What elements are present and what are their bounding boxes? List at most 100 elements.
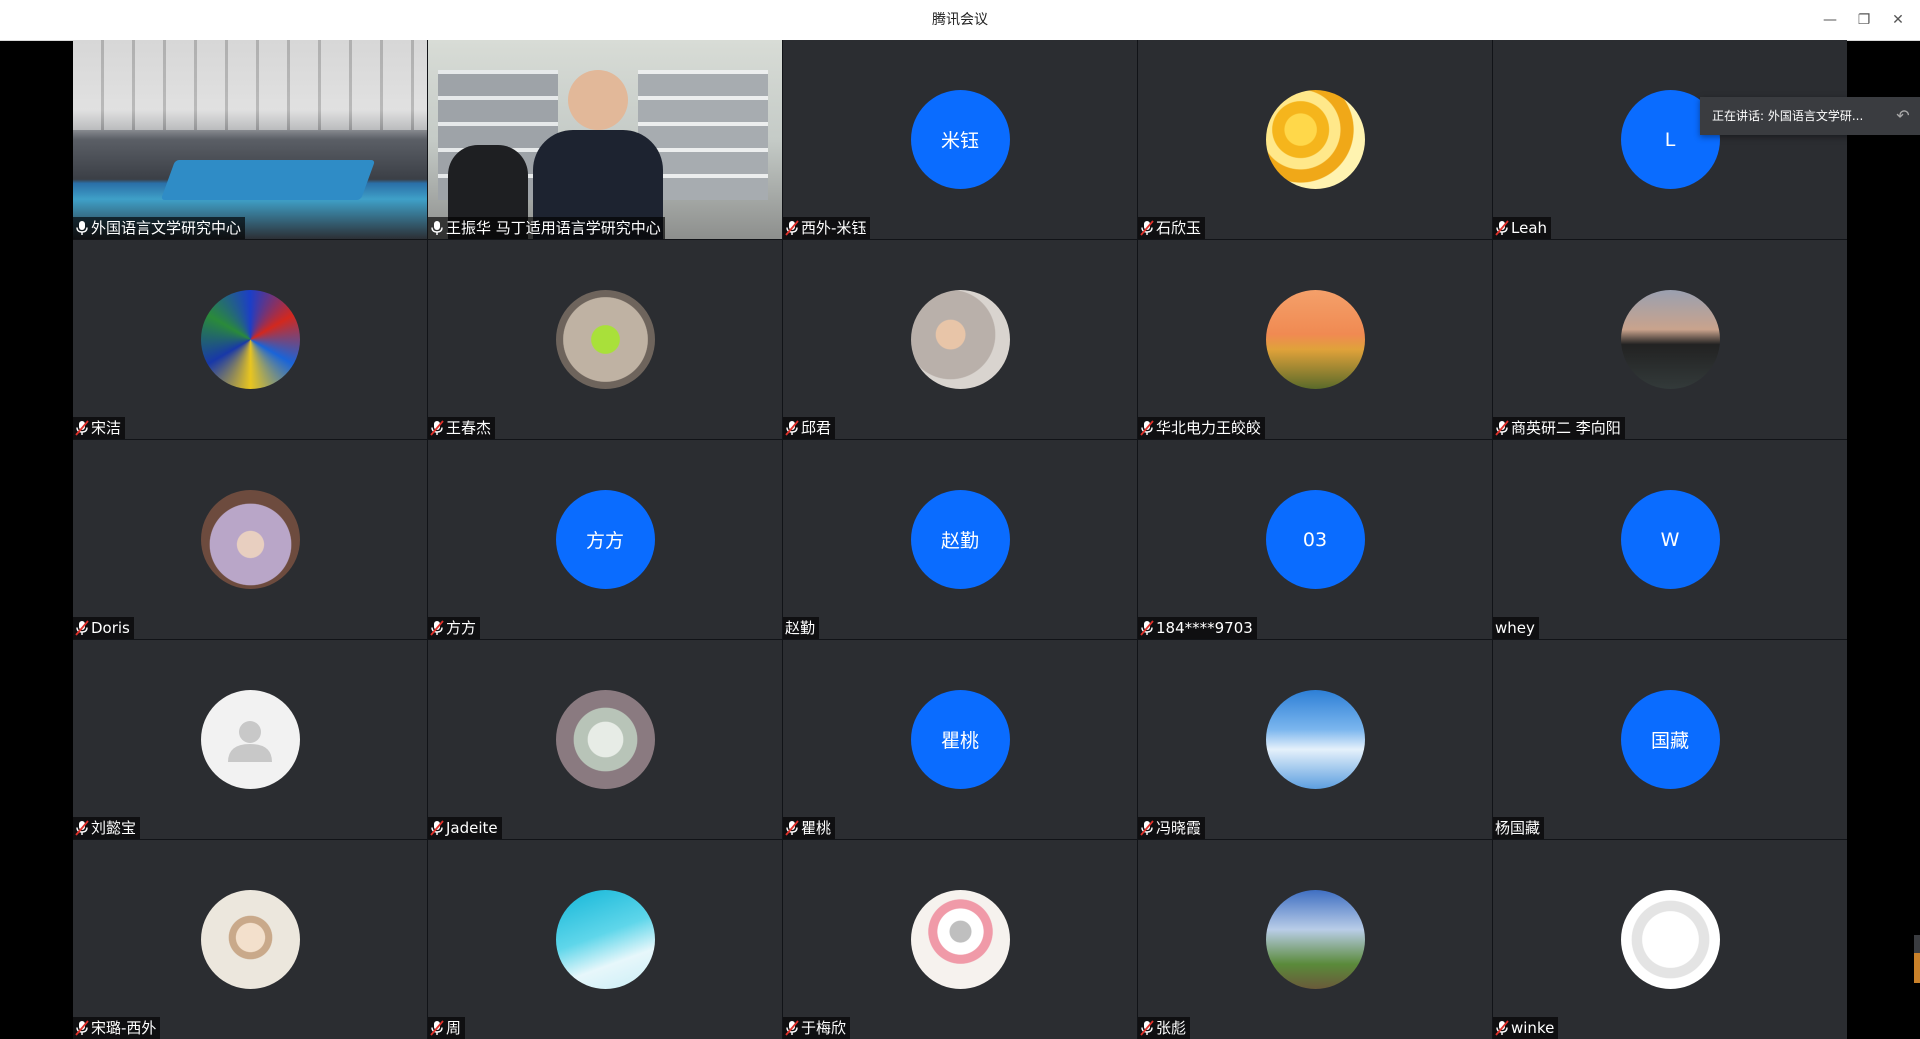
participant-name-label: 华北电力王皎皎 [1138, 417, 1266, 439]
avatar-initials: 米钰 [910, 90, 1010, 189]
participant-name: 方方 [446, 619, 477, 637]
participant-tile[interactable]: Doris [73, 440, 427, 639]
participant-tile[interactable]: 外国语言文学研究中心 [73, 40, 427, 239]
microphone-muted-icon [75, 620, 89, 636]
microphone-muted-icon [1140, 620, 1154, 636]
participant-name-label: whey [1493, 617, 1539, 639]
microphone-muted-icon [75, 420, 89, 436]
reply-icon[interactable]: ↶ [1892, 106, 1914, 126]
participant-name-label: 冯晓霞 [1138, 817, 1206, 839]
speaking-text: 正在讲话: 外国语言文学研... [1712, 109, 1864, 123]
participant-tile[interactable]: 商英研二 李向阳 [1493, 240, 1847, 439]
participant-tile[interactable]: 王春杰 [428, 240, 782, 439]
avatar-photo [1620, 890, 1720, 989]
participant-name-label: 184****9703 [1138, 617, 1257, 639]
participant-name-label: 方方 [428, 617, 481, 639]
avatar-photo [555, 690, 655, 789]
video-feed-office [428, 40, 782, 239]
participant-name: 华北电力王皎皎 [1156, 419, 1262, 437]
participant-name: 王春杰 [446, 419, 492, 437]
participant-name-label: 刘懿宝 [73, 817, 141, 839]
avatar-initials: 瞿桃 [910, 690, 1010, 789]
participant-tile[interactable]: 于梅欣 [783, 840, 1137, 1039]
avatar-photo [1265, 290, 1365, 389]
participant-name-label: Leah [1493, 217, 1552, 239]
participant-tile[interactable]: Wwhey [1493, 440, 1847, 639]
window-title: 腾讯会议 [932, 12, 988, 28]
participant-name: 张彪 [1156, 1019, 1187, 1037]
microphone-muted-icon [1140, 220, 1154, 236]
avatar-initials: W [1620, 490, 1720, 589]
participant-name: 宋璐-西外 [91, 1019, 157, 1037]
speaking-indicator[interactable]: 正在讲话: 外国语言文学研... ↶ [1700, 97, 1920, 135]
participant-name-label: 商英研二 李向阳 [1493, 417, 1625, 439]
microphone-muted-icon [430, 620, 444, 636]
participant-name: Doris [91, 619, 130, 637]
participant-name-label: winke [1493, 1017, 1559, 1039]
default-avatar-icon [200, 690, 300, 789]
microphone-icon [430, 220, 444, 236]
avatar-photo [200, 290, 300, 389]
avatar-photo [200, 490, 300, 589]
participant-tile[interactable]: 宋洁 [73, 240, 427, 439]
participant-name: 于梅欣 [801, 1019, 847, 1037]
participant-tile[interactable]: 华北电力王皎皎 [1138, 240, 1492, 439]
participant-name-label: Jadeite [428, 817, 502, 839]
microphone-muted-icon [1495, 420, 1509, 436]
participant-tile[interactable]: 瞿桃 瞿桃 [783, 640, 1137, 839]
participant-name-label: 外国语言文学研究中心 [73, 217, 246, 239]
avatar-photo [1265, 690, 1365, 789]
avatar-photo [555, 890, 655, 989]
participant-name: Jadeite [446, 819, 498, 837]
participant-name-label: 西外-米钰 [783, 217, 871, 239]
video-feed-meeting-room [73, 40, 427, 239]
participant-tile[interactable]: 刘懿宝 [73, 640, 427, 839]
scrollbar[interactable] [1914, 935, 1920, 983]
participant-name: 杨国藏 [1495, 819, 1541, 837]
participant-tile[interactable]: 邱君 [783, 240, 1137, 439]
minimize-button[interactable]: — [1818, 8, 1842, 32]
participant-tile[interactable]: 石欣玉 [1138, 40, 1492, 239]
participant-tile[interactable]: 冯晓霞 [1138, 640, 1492, 839]
participant-tile[interactable]: 方方 方方 [428, 440, 782, 639]
avatar-initials: 国藏 [1620, 690, 1720, 789]
participant-tile[interactable]: 03 184****9703 [1138, 440, 1492, 639]
avatar-photo [1265, 890, 1365, 989]
participant-name-label: 王春杰 [428, 417, 496, 439]
participant-name: 周 [446, 1019, 462, 1037]
microphone-muted-icon [1495, 1020, 1509, 1036]
participant-tile[interactable]: L Leah [1493, 40, 1847, 239]
participant-name: 石欣玉 [1156, 219, 1202, 237]
avatar-photo [555, 290, 655, 389]
participant-name: 外国语言文学研究中心 [91, 219, 242, 237]
microphone-muted-icon [785, 420, 799, 436]
participant-tile[interactable]: 赵勤 赵勤 [783, 440, 1137, 639]
microphone-muted-icon [1140, 420, 1154, 436]
participant-name: 西外-米钰 [801, 219, 867, 237]
participant-grid: 外国语言文学研究中心 王振华 马丁适用语言学研究中心 米钰 西外-米钰 石欣玉 L Leah… [73, 40, 1847, 1039]
microphone-muted-icon [785, 820, 799, 836]
microphone-muted-icon [1140, 820, 1154, 836]
avatar-photo [1265, 90, 1365, 189]
avatar-photo [910, 890, 1010, 989]
microphone-muted-icon [75, 820, 89, 836]
restore-button[interactable]: ❐ [1852, 8, 1876, 32]
participant-tile[interactable]: 国藏杨国藏 [1493, 640, 1847, 839]
participant-name-label: 于梅欣 [783, 1017, 851, 1039]
participant-tile[interactable]: 王振华 马丁适用语言学研究中心 [428, 40, 782, 239]
microphone-muted-icon [1140, 1020, 1154, 1036]
microphone-muted-icon [430, 1020, 444, 1036]
participant-tile[interactable]: 米钰西外-米钰 [783, 40, 1137, 239]
participant-tile[interactable]: winke [1493, 840, 1847, 1039]
participant-name: 184****9703 [1156, 619, 1253, 637]
participant-name-label: 赵勤 [783, 617, 820, 639]
participant-tile[interactable]: Jadeite [428, 640, 782, 839]
participant-tile[interactable]: 宋璐-西外 [73, 840, 427, 1039]
avatar-photo [1620, 290, 1720, 389]
participant-name: Leah [1511, 219, 1548, 237]
participant-name-label: 邱君 [783, 417, 836, 439]
participant-tile[interactable]: 张彪 [1138, 840, 1492, 1039]
close-button[interactable]: ✕ [1886, 8, 1910, 32]
participant-name: 商英研二 李向阳 [1511, 419, 1621, 437]
participant-tile[interactable]: 周 [428, 840, 782, 1039]
